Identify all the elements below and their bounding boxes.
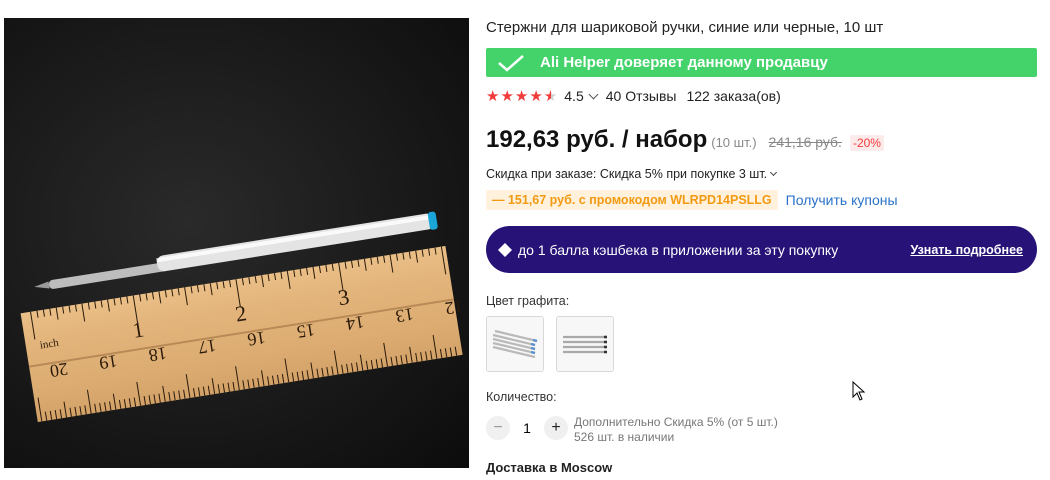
ruler-cm-number: 15	[295, 320, 316, 343]
reviews-link[interactable]: 40 Отзывы	[606, 88, 677, 104]
rating-row: ★ ★ ★ ★ ★ 4.5 40 Отзывы 122 заказа(ов)	[486, 88, 781, 104]
mouse-cursor-icon	[852, 381, 866, 401]
order-discount[interactable]: Скидка при заказе: Скидка 5% при покупке…	[486, 167, 778, 181]
stock-text: 526 шт. в наличии	[574, 430, 675, 444]
refills-thumbnail	[557, 317, 613, 371]
chevron-down-icon[interactable]	[770, 168, 778, 177]
orders-count: 122 заказа(ов)	[686, 88, 781, 104]
star-icon: ★	[529, 87, 543, 105]
product-photo-illustration: inch1232019181716151413121110	[20, 211, 465, 422]
cashback-banner[interactable]: до 1 балла кэшбека в приложении за эту п…	[486, 226, 1037, 273]
check-icon	[498, 54, 524, 72]
color-option-blue[interactable]	[486, 316, 544, 372]
extra-discount-text: Дополнительно Скидка 5% (от 5 шт.)	[574, 415, 778, 429]
promo-code-badge[interactable]: — 151,67 руб. с промокодом WLRPD14PSLLG	[486, 190, 778, 210]
color-option-black[interactable]	[556, 316, 614, 372]
trust-banner: Ali Helper доверяет данному продавцу	[486, 48, 1037, 77]
ruler-cm-number: 18	[147, 343, 168, 366]
price-unit: (10 шт.)	[711, 135, 757, 150]
diamond-icon	[498, 242, 512, 257]
discount-badge: -20%	[849, 135, 884, 151]
ruler-cm-number: 20	[49, 359, 70, 382]
delivery-heading: Доставка в Moscow	[486, 460, 613, 475]
chevron-down-icon[interactable]	[588, 89, 599, 99]
rating-stars: ★ ★ ★ ★ ★	[486, 89, 558, 104]
ruler-cm-number: 16	[246, 327, 267, 350]
ruler-cm-number: 13	[394, 304, 415, 327]
color-label: Цвет графита:	[486, 294, 570, 308]
refills-thumbnail	[487, 317, 543, 371]
quantity-stepper: − +	[486, 416, 568, 440]
cashback-text: до 1 балла кэшбека в приложении за эту п…	[518, 241, 839, 258]
ruler-cm-number: 17	[197, 335, 218, 358]
product-image[interactable]: inch1232019181716151413121110	[4, 18, 469, 468]
half-star-icon: ★	[543, 87, 558, 105]
star-icon: ★	[500, 87, 514, 105]
quantity-label: Количество:	[486, 390, 557, 404]
rating-value[interactable]: 4.5	[564, 88, 583, 104]
learn-more-link[interactable]: Узнать подробнее	[910, 243, 1023, 257]
ruler-cm-number: 19	[98, 351, 119, 374]
product-title: Стержни для шариковой ручки, синие или ч…	[486, 19, 884, 36]
increase-quantity-button[interactable]: +	[544, 416, 568, 440]
quantity-input[interactable]	[510, 419, 544, 437]
promo-row: — 151,67 руб. с промокодом WLRPD14PSLLG …	[486, 190, 898, 210]
trust-banner-text: Ali Helper доверяет данному продавцу	[540, 54, 828, 71]
current-price: 192,63 руб. / набор	[486, 126, 708, 153]
price-row: 192,63 руб. / набор (10 шт.) 241,16 руб.…	[486, 126, 884, 154]
product-info-panel: Стержни для шариковой ручки, синие или ч…	[486, 0, 1042, 480]
quantity-info: Дополнительно Скидка 5% (от 5 шт.) 526 ш…	[574, 415, 778, 445]
star-icon: ★	[514, 87, 529, 105]
order-discount-label: Скидка при заказе: Скидка 5% при покупке…	[486, 167, 768, 181]
old-price: 241,16 руб.	[768, 134, 842, 150]
decrease-quantity-button[interactable]: −	[486, 416, 510, 440]
ruler-cm-number: 14	[345, 312, 366, 335]
ruler-cm-number: 12	[444, 296, 465, 319]
star-icon: ★	[486, 87, 500, 105]
get-coupons-link[interactable]: Получить купоны	[786, 192, 898, 208]
